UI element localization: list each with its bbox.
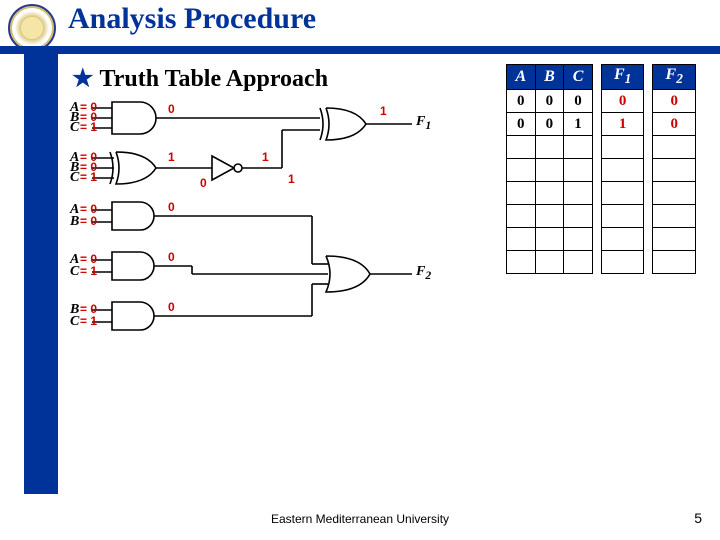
g3-B-val: = 0 <box>80 214 97 228</box>
side-accent-bar <box>24 54 58 494</box>
input-label-B: B <box>70 214 79 230</box>
table-row <box>507 182 696 205</box>
g4-out: 0 <box>168 250 175 264</box>
spacer <box>592 65 601 90</box>
table-row <box>507 205 696 228</box>
truth-table: A B C F1 F2 0000000110 <box>506 64 696 274</box>
slide: Analysis Procedure ★Truth Table Approach <box>0 0 720 540</box>
spacer <box>644 65 653 90</box>
not-out: 1 <box>262 150 269 164</box>
col-F1: F1 <box>601 65 644 90</box>
g4-C-val: = 1 <box>80 264 97 278</box>
input-label-C: C <box>70 264 79 280</box>
xor-in: 1 <box>288 172 295 186</box>
section-text: Truth Table Approach <box>100 66 329 92</box>
table: A B C F1 F2 0000000110 <box>506 64 696 274</box>
input-label-C: C <box>70 314 79 330</box>
and-gate-icon <box>112 252 154 280</box>
university-logo-icon <box>8 4 56 52</box>
not-post: 0 <box>200 176 207 190</box>
logic-circuit: A B C = 0 = 0 = 1 0 A B C = 0 = 0 = 1 1 … <box>72 96 452 406</box>
table-row: 00110 <box>507 113 696 136</box>
star-bullet-icon: ★ <box>72 66 94 92</box>
table-header-row: A B C F1 F2 <box>507 65 696 90</box>
g1-out: 0 <box>168 102 175 116</box>
input-label-C: C <box>70 170 79 186</box>
section-heading: ★Truth Table Approach <box>72 64 328 93</box>
footer-text: Eastern Mediterranean University <box>0 512 720 526</box>
g5-out: 0 <box>168 300 175 314</box>
g5-C-val: = 1 <box>80 314 97 328</box>
output-F2: F2 <box>416 264 431 282</box>
circuit-svg <box>72 96 452 406</box>
and-gate-icon <box>112 102 156 134</box>
page-number: 5 <box>694 510 702 526</box>
table-row: 00000 <box>507 90 696 113</box>
output-F1: F1 <box>416 114 431 132</box>
input-label-C: C <box>70 120 79 136</box>
xor-gate-icon <box>320 108 366 140</box>
col-A: A <box>507 65 536 90</box>
slide-title: Analysis Procedure <box>68 2 316 36</box>
g2-C-val: = 1 <box>80 170 97 184</box>
col-F2: F2 <box>653 65 696 90</box>
col-B: B <box>535 65 564 90</box>
title-underline <box>0 46 720 54</box>
g1-C-val: = 1 <box>80 120 97 134</box>
not-gate-icon <box>212 156 234 180</box>
xor-gate-icon <box>110 152 156 184</box>
and-gate-icon <box>112 202 154 230</box>
or-gate-icon <box>326 256 370 292</box>
table-row <box>507 228 696 251</box>
table-row <box>507 136 696 159</box>
not-bubble-icon <box>234 164 242 172</box>
f1-wire-val: 1 <box>380 104 387 118</box>
g2-out: 1 <box>168 150 175 164</box>
g3-out: 0 <box>168 200 175 214</box>
col-C: C <box>564 65 593 90</box>
and-gate-icon <box>112 302 154 330</box>
table-row <box>507 251 696 274</box>
table-row <box>507 159 696 182</box>
